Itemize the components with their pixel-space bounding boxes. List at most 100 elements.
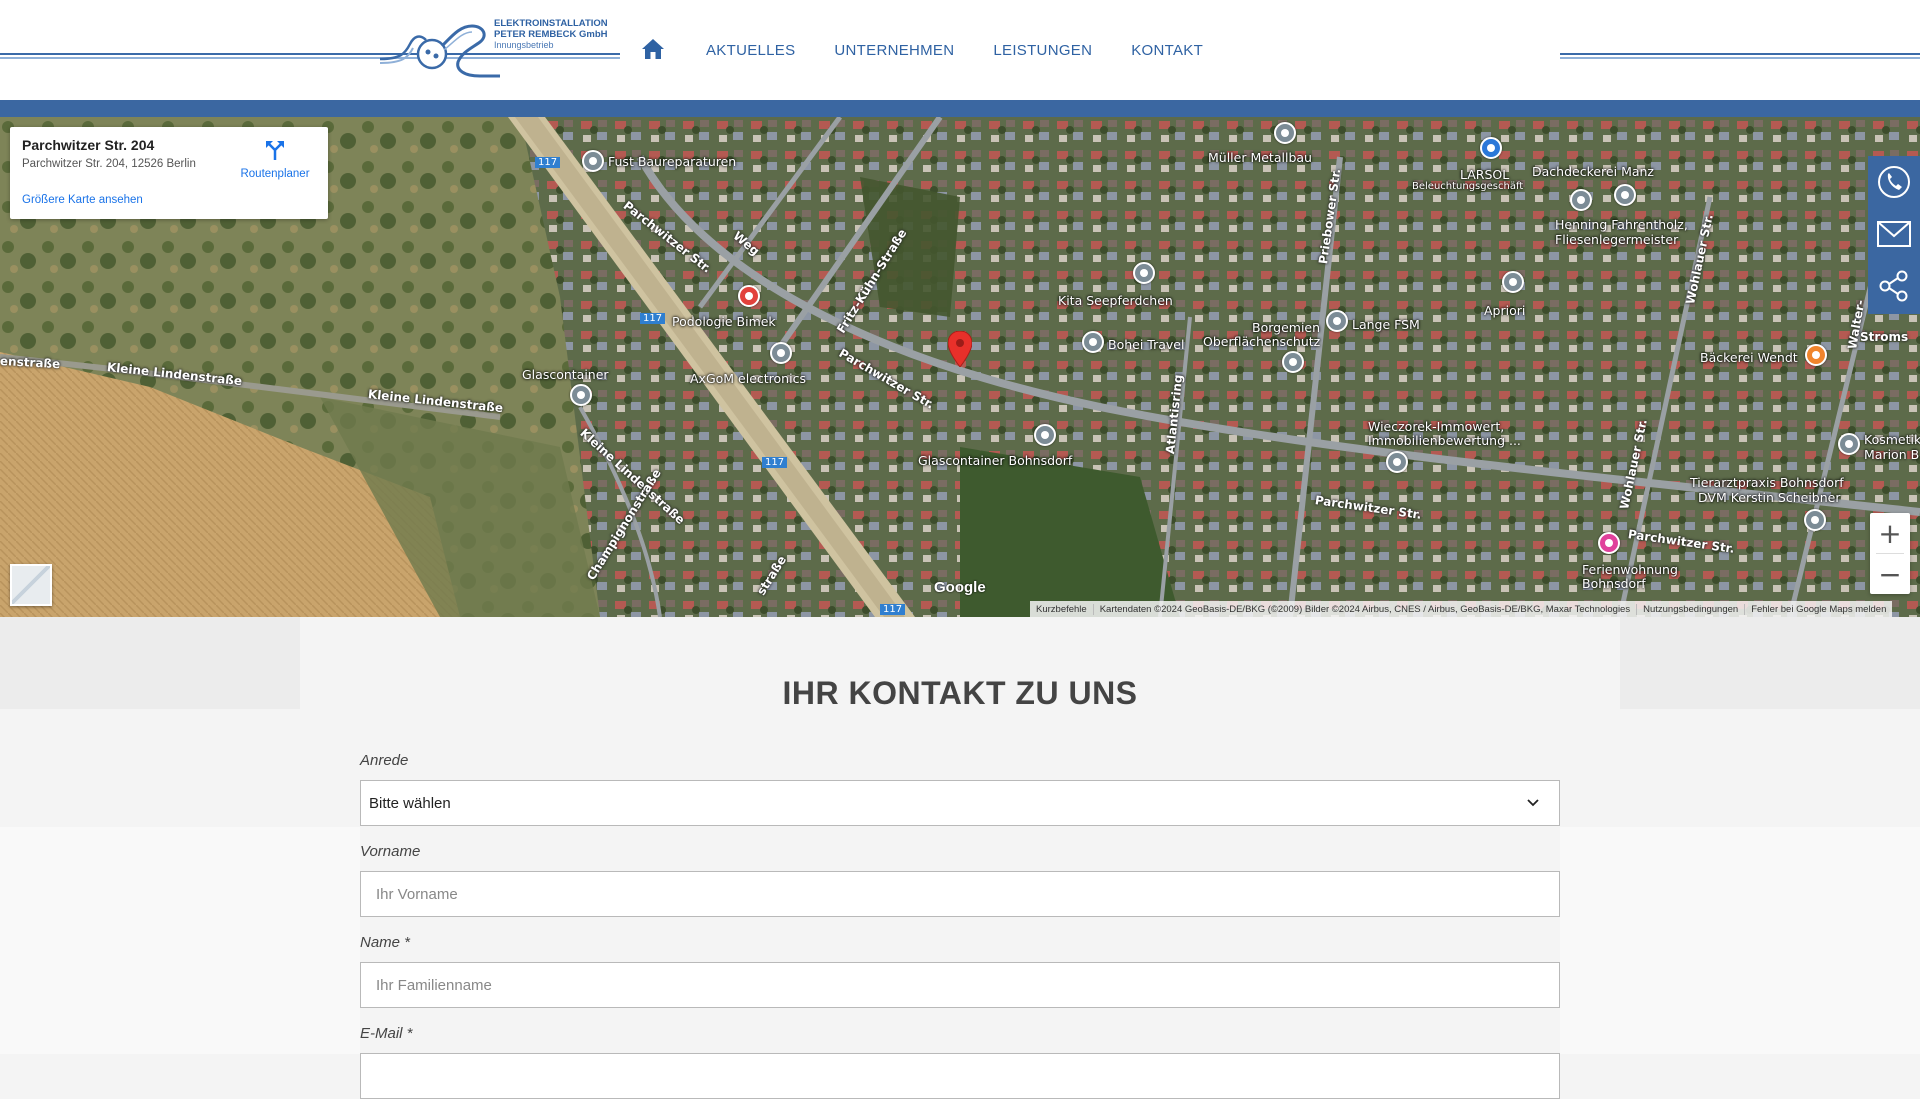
- poi-label: Oberflächenschutz: [1203, 334, 1321, 349]
- route-badge: 117: [535, 157, 561, 168]
- poi-label[interactable]: Tierarztpraxis Bohnsdorf: [1690, 475, 1844, 490]
- home-icon[interactable]: [640, 36, 668, 64]
- lastname-placeholder: Ihr Familienname: [376, 976, 492, 994]
- lastname-input[interactable]: Ihr Familienname: [360, 962, 1560, 1008]
- poi-pin[interactable]: [1034, 424, 1056, 446]
- map-data-credits: Kartendaten ©2024 GeoBasis-DE/BKG (©2009…: [1094, 603, 1638, 615]
- poi-pin[interactable]: [738, 285, 760, 307]
- poi-pin[interactable]: [1082, 331, 1104, 353]
- contact-title: IHR KONTAKT ZU UNS: [782, 675, 1138, 711]
- poi-label: Immobilienbewertung ...: [1368, 433, 1521, 448]
- phone-icon[interactable]: [1868, 156, 1920, 208]
- poi-pin[interactable]: [1838, 433, 1860, 455]
- salutation-value: Bitte wählen: [369, 794, 451, 812]
- map-type-toggle[interactable]: [10, 564, 52, 606]
- side-contact-bar: [1868, 156, 1920, 314]
- poi-label[interactable]: Müller Metallbau: [1208, 150, 1312, 165]
- share-icon[interactable]: [1868, 260, 1920, 312]
- poi-pin[interactable]: [1274, 122, 1296, 144]
- zoom-out-button[interactable]: −: [1870, 554, 1910, 594]
- poi-label[interactable]: Fust Baureparaturen: [608, 154, 736, 169]
- poi-label[interactable]: Dachdeckerei Manz: [1532, 164, 1654, 179]
- header-decor-line-right: [1560, 53, 1920, 59]
- poi-label[interactable]: Kita Seepferdchen: [1058, 293, 1173, 308]
- poi-label[interactable]: Bäckerei Wendt: [1700, 350, 1798, 365]
- map-info-card: Parchwitzer Str. 204 Parchwitzer Str. 20…: [10, 127, 328, 219]
- google-logo: Google: [934, 579, 986, 596]
- poi-pin[interactable]: [770, 342, 792, 364]
- poi-pin[interactable]: [1614, 184, 1636, 206]
- poi-label[interactable]: Glascontainer Bohnsdorf: [918, 453, 1072, 468]
- salutation-label: Anrede: [360, 752, 409, 769]
- email-input[interactable]: [360, 1053, 1560, 1099]
- route-icon: [264, 141, 286, 165]
- route-planner-button[interactable]: Routenplaner: [232, 139, 318, 180]
- lastname-label: Name *: [360, 934, 411, 951]
- keyboard-shortcuts-link[interactable]: Kurzbefehle: [1030, 603, 1094, 615]
- firstname-label: Vorname: [360, 843, 421, 860]
- poi-pin[interactable]: [1805, 344, 1827, 366]
- contact-section: IHR KONTAKT ZU UNS Anrede Bitte wählen V…: [0, 617, 1920, 1099]
- nav-item-leistungen[interactable]: LEISTUNGEN: [993, 42, 1092, 59]
- header-accent-bar: [0, 100, 1920, 117]
- poi-label[interactable]: Henning Fahrentholz,: [1555, 217, 1688, 232]
- plug-logo-icon: [380, 24, 500, 78]
- larger-map-link[interactable]: Größere Karte ansehen: [22, 194, 143, 206]
- poi-label[interactable]: Bohei Travel: [1108, 337, 1184, 352]
- nav-item-kontakt[interactable]: KONTAKT: [1131, 42, 1203, 59]
- poi-pin[interactable]: [1386, 451, 1408, 473]
- poi-label[interactable]: Kosmetik: [1864, 432, 1920, 447]
- route-badge: 117: [640, 313, 666, 324]
- poi-pin[interactable]: [1598, 532, 1620, 554]
- poi-pin[interactable]: [1133, 262, 1155, 284]
- chevron-down-icon: [1525, 795, 1541, 815]
- poi-label[interactable]: Borgemien: [1252, 320, 1320, 335]
- poi-pin[interactable]: [1804, 509, 1826, 531]
- map-attribution: Kurzbefehle Kartendaten ©2024 GeoBasis-D…: [1030, 601, 1893, 617]
- poi-label[interactable]: Ferienwohnung: [1582, 562, 1678, 577]
- main-nav: AKTUELLES UNTERNEHMEN LEISTUNGEN KONTAKT: [640, 30, 1242, 70]
- poi-label[interactable]: Podologie Bimek: [672, 314, 776, 329]
- card-address: Parchwitzer Str. 204, 12526 Berlin: [22, 158, 196, 170]
- card-title: Parchwitzer Str. 204: [22, 137, 155, 153]
- poi-label: Bohnsdorf: [1582, 576, 1646, 591]
- street-label: Stroms: [1860, 330, 1909, 344]
- logo-line-3: Innungsbetrieb: [494, 40, 554, 50]
- route-planner-label: Routenplaner: [240, 168, 310, 180]
- poi-pin[interactable]: [1570, 189, 1592, 211]
- poi-pin[interactable]: [1282, 351, 1304, 373]
- poi-pin[interactable]: [570, 384, 592, 406]
- poi-pin[interactable]: [1502, 271, 1524, 293]
- poi-label[interactable]: Apriori: [1484, 303, 1525, 318]
- poi-pin[interactable]: [1326, 310, 1348, 332]
- nav-item-unternehmen[interactable]: UNTERNEHMEN: [834, 42, 954, 59]
- route-badge: 117: [880, 604, 906, 615]
- route-badge: 117: [762, 457, 788, 468]
- poi-label: Fliesenlegermeister: [1555, 232, 1679, 247]
- header-decor-line-left: [0, 53, 400, 59]
- poi-label: Beleuchtungsgeschäft: [1412, 181, 1524, 192]
- salutation-select[interactable]: Bitte wählen: [360, 780, 1560, 826]
- poi-label: Marion B: [1864, 447, 1920, 462]
- poi-label: DVM Kerstin Scheibner: [1698, 490, 1841, 505]
- email-label: E-Mail *: [360, 1025, 413, 1042]
- poi-pin[interactable]: [1480, 137, 1502, 159]
- location-marker-icon[interactable]: [947, 330, 973, 368]
- mail-icon[interactable]: [1868, 208, 1920, 260]
- poi-pin[interactable]: [582, 150, 604, 172]
- terms-link[interactable]: Nutzungsbedingungen: [1637, 603, 1746, 615]
- poi-label[interactable]: Lange FSM: [1352, 317, 1420, 332]
- zoom-in-button[interactable]: +: [1870, 513, 1910, 553]
- logo-text: ELEKTROINSTALLATION PETER REMBECK GmbH I…: [494, 18, 608, 51]
- poi-label[interactable]: AxGoM electronics: [690, 371, 806, 386]
- firstname-input[interactable]: Ihr Vorname: [360, 871, 1560, 917]
- nav-item-aktuelles[interactable]: AKTUELLES: [706, 42, 795, 59]
- company-logo[interactable]: ELEKTROINSTALLATION PETER REMBECK GmbH I…: [380, 14, 630, 86]
- report-error-link[interactable]: Fehler bei Google Maps melden: [1745, 604, 1892, 615]
- poi-label[interactable]: Wieczorek-Immowert,: [1368, 419, 1504, 434]
- logo-line-1: ELEKTROINSTALLATION: [494, 18, 608, 29]
- firstname-placeholder: Ihr Vorname: [376, 885, 458, 903]
- google-map[interactable]: 117 117 117 117 Parchwitzer Str. Weg Fri…: [0, 117, 1920, 617]
- poi-label[interactable]: LARSOL: [1460, 167, 1509, 182]
- poi-label[interactable]: Glascontainer: [522, 367, 609, 382]
